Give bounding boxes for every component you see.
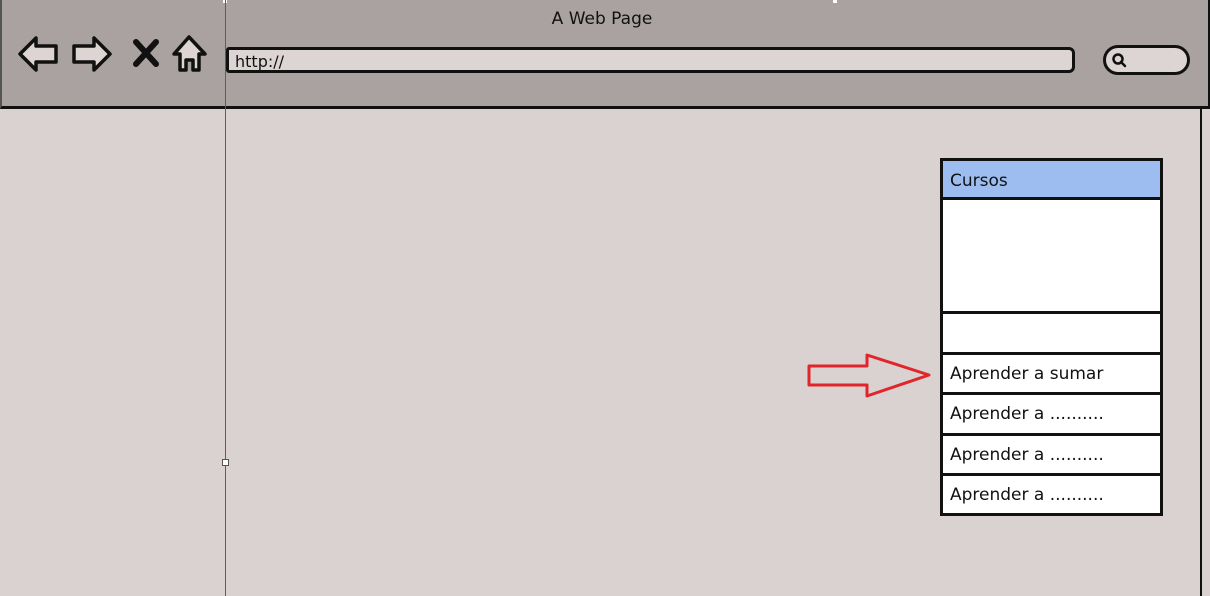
browser-toolbar: A Web Page http:// <box>0 0 1210 109</box>
courses-panel-header: Cursos <box>943 161 1160 200</box>
course-list-item[interactable]: Aprender a .......... <box>943 395 1160 436</box>
course-list-item[interactable]: Aprender a .......... <box>943 476 1160 513</box>
layout-guide-line <box>225 0 226 596</box>
back-arrow-icon[interactable] <box>16 32 60 76</box>
search-box[interactable] <box>1103 45 1190 75</box>
forward-arrow-icon[interactable] <box>70 32 114 76</box>
course-list-item[interactable] <box>943 314 1160 355</box>
course-list-item[interactable]: Aprender a sumar <box>943 355 1160 395</box>
guide-handle[interactable] <box>222 459 229 466</box>
address-bar[interactable]: http:// <box>226 47 1075 73</box>
course-list-item[interactable]: Aprender a .......... <box>943 436 1160 476</box>
home-icon[interactable] <box>168 32 212 76</box>
close-icon[interactable] <box>126 32 166 76</box>
courses-panel: Cursos Aprender a sumar Aprender a .....… <box>940 158 1163 516</box>
window-title: A Web Page <box>551 9 653 29</box>
browser-window: A Web Page http:// Cursos Aprender a sum… <box>0 0 1210 596</box>
right-arrow-icon <box>807 353 931 398</box>
page-right-border <box>1200 106 1202 596</box>
guide-marker <box>833 0 837 3</box>
courses-panel-content-area <box>943 200 1160 314</box>
search-icon <box>1112 53 1127 68</box>
